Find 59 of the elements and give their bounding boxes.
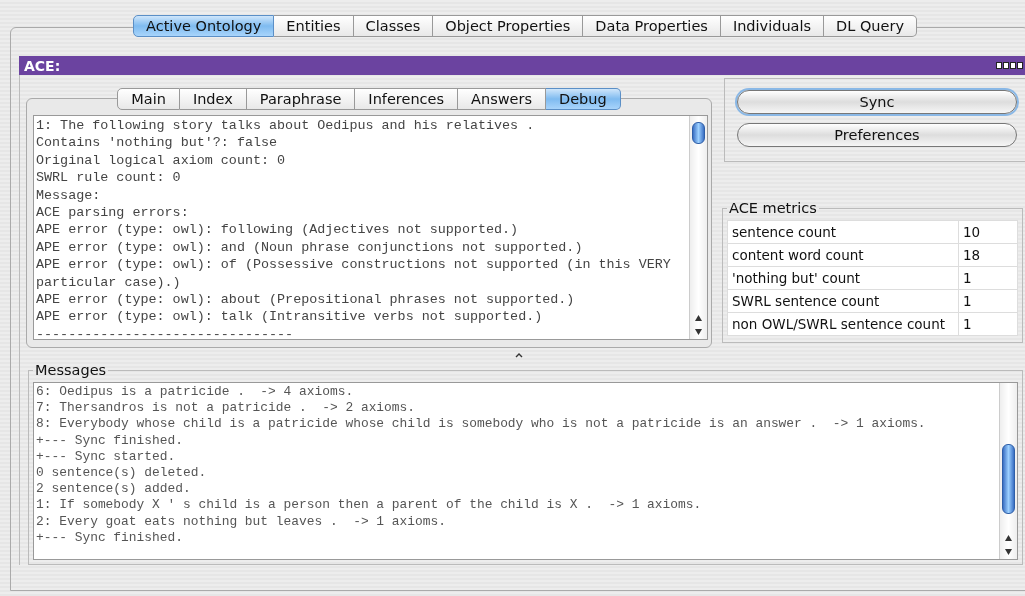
tab[interactable]: Index (179, 88, 247, 110)
message-line: 6: Oedipus is a patricide . -> 4 axioms. (36, 384, 355, 401)
tab[interactable]: Debug (546, 88, 621, 110)
tab[interactable]: Main (117, 88, 180, 110)
table-cell: content word count (727, 243, 959, 267)
message-line: +--- Sync started. (36, 448, 177, 465)
debug-line: ACE parsing errors: (36, 204, 190, 222)
debug-line: APE error (type: owl): of (Possessive constructions not supported (in this VERY particular case).) (36, 256, 672, 292)
scrollbar[interactable] (999, 383, 1017, 559)
debug-line: SWRL rule count: 0 (36, 169, 182, 187)
debug-line: Original logical axiom count: 0 (36, 151, 287, 170)
table-cell: 1 (958, 312, 1018, 336)
debug-line: Contains 'nothing but'?: false (36, 134, 279, 152)
debug-line: APE error (type: owl): talk (Intransitive verbs not supported.) (36, 308, 544, 326)
scroll-down-icon[interactable] (694, 328, 703, 336)
table-cell: 10 (958, 220, 1018, 244)
table-cell: non OWL/SWRL sentence count (727, 312, 959, 336)
scroll-up-icon[interactable] (1004, 534, 1013, 542)
table-cell: 'nothing but' count (727, 266, 959, 290)
table-cell: sentence count (727, 220, 959, 244)
action-button[interactable]: Sync (737, 90, 1017, 114)
action-button[interactable]: Preferences (737, 123, 1017, 147)
debug-line: Message: (36, 186, 102, 205)
debug-line: 1: The following story talks about Oedipus and his relatives . (36, 117, 536, 135)
message-line: 1: If somebody X ' s child is a person then a parent of the child is X . -> 1 axioms. (36, 497, 703, 514)
message-line: 0 sentence(s) deleted. (36, 465, 208, 482)
message-line: +--- Sync finished. (36, 432, 184, 449)
scroll-thumb[interactable] (692, 122, 705, 144)
scroll-thumb[interactable] (1002, 444, 1015, 514)
debug-line: APE error (type: owl): and (Noun phrase conjunctions not supported.) (36, 238, 584, 257)
debug-line: -------------------------------- (36, 325, 295, 339)
scroll-down-icon[interactable] (1004, 548, 1013, 556)
tab[interactable]: Individuals (720, 15, 825, 37)
message-line: +--- Sync finished. (36, 529, 184, 547)
tab[interactable]: Classes (353, 15, 434, 37)
table-cell: 1 (958, 266, 1018, 290)
tab[interactable]: Data Properties (583, 15, 721, 37)
scrollbar[interactable] (689, 116, 707, 339)
tab[interactable]: Active Ontology (133, 15, 275, 37)
tab[interactable]: Paraphrase (246, 88, 356, 110)
message-line: 2: Every goat eats nothing but leaves . -> 1 axioms. (36, 513, 447, 530)
table-cell: SWRL sentence count (727, 289, 959, 313)
tab[interactable]: Object Properties (433, 15, 584, 37)
message-line: 7: Thersandros is not a patricide . -> 2 axioms. (36, 400, 417, 417)
table-cell: 18 (958, 243, 1018, 267)
message-line: 2 sentence(s) added. (36, 481, 192, 498)
tab[interactable]: Answers (458, 88, 547, 110)
message-line: 8: Everybody whose child is a patricide whose child is somebody who is not a patricide is an answer . -> 1 axioms. (36, 416, 927, 433)
debug-line: APE error (type: owl): about (Prepositional phrases not supported.) (36, 291, 576, 309)
scroll-up-icon[interactable] (694, 314, 703, 322)
group-title: Messages (34, 362, 108, 378)
table-cell: 1 (958, 289, 1018, 313)
tab[interactable]: Entities (274, 15, 354, 37)
view-title: ACE: (24, 57, 61, 74)
debug-line: APE error (type: owl): following (Adjectives not supported.) (36, 221, 520, 239)
tab[interactable]: Inferences (355, 88, 459, 110)
tab[interactable]: DL Query (824, 15, 917, 37)
split-handle-icon[interactable] (514, 352, 523, 358)
group-title: ACE metrics (728, 200, 818, 216)
